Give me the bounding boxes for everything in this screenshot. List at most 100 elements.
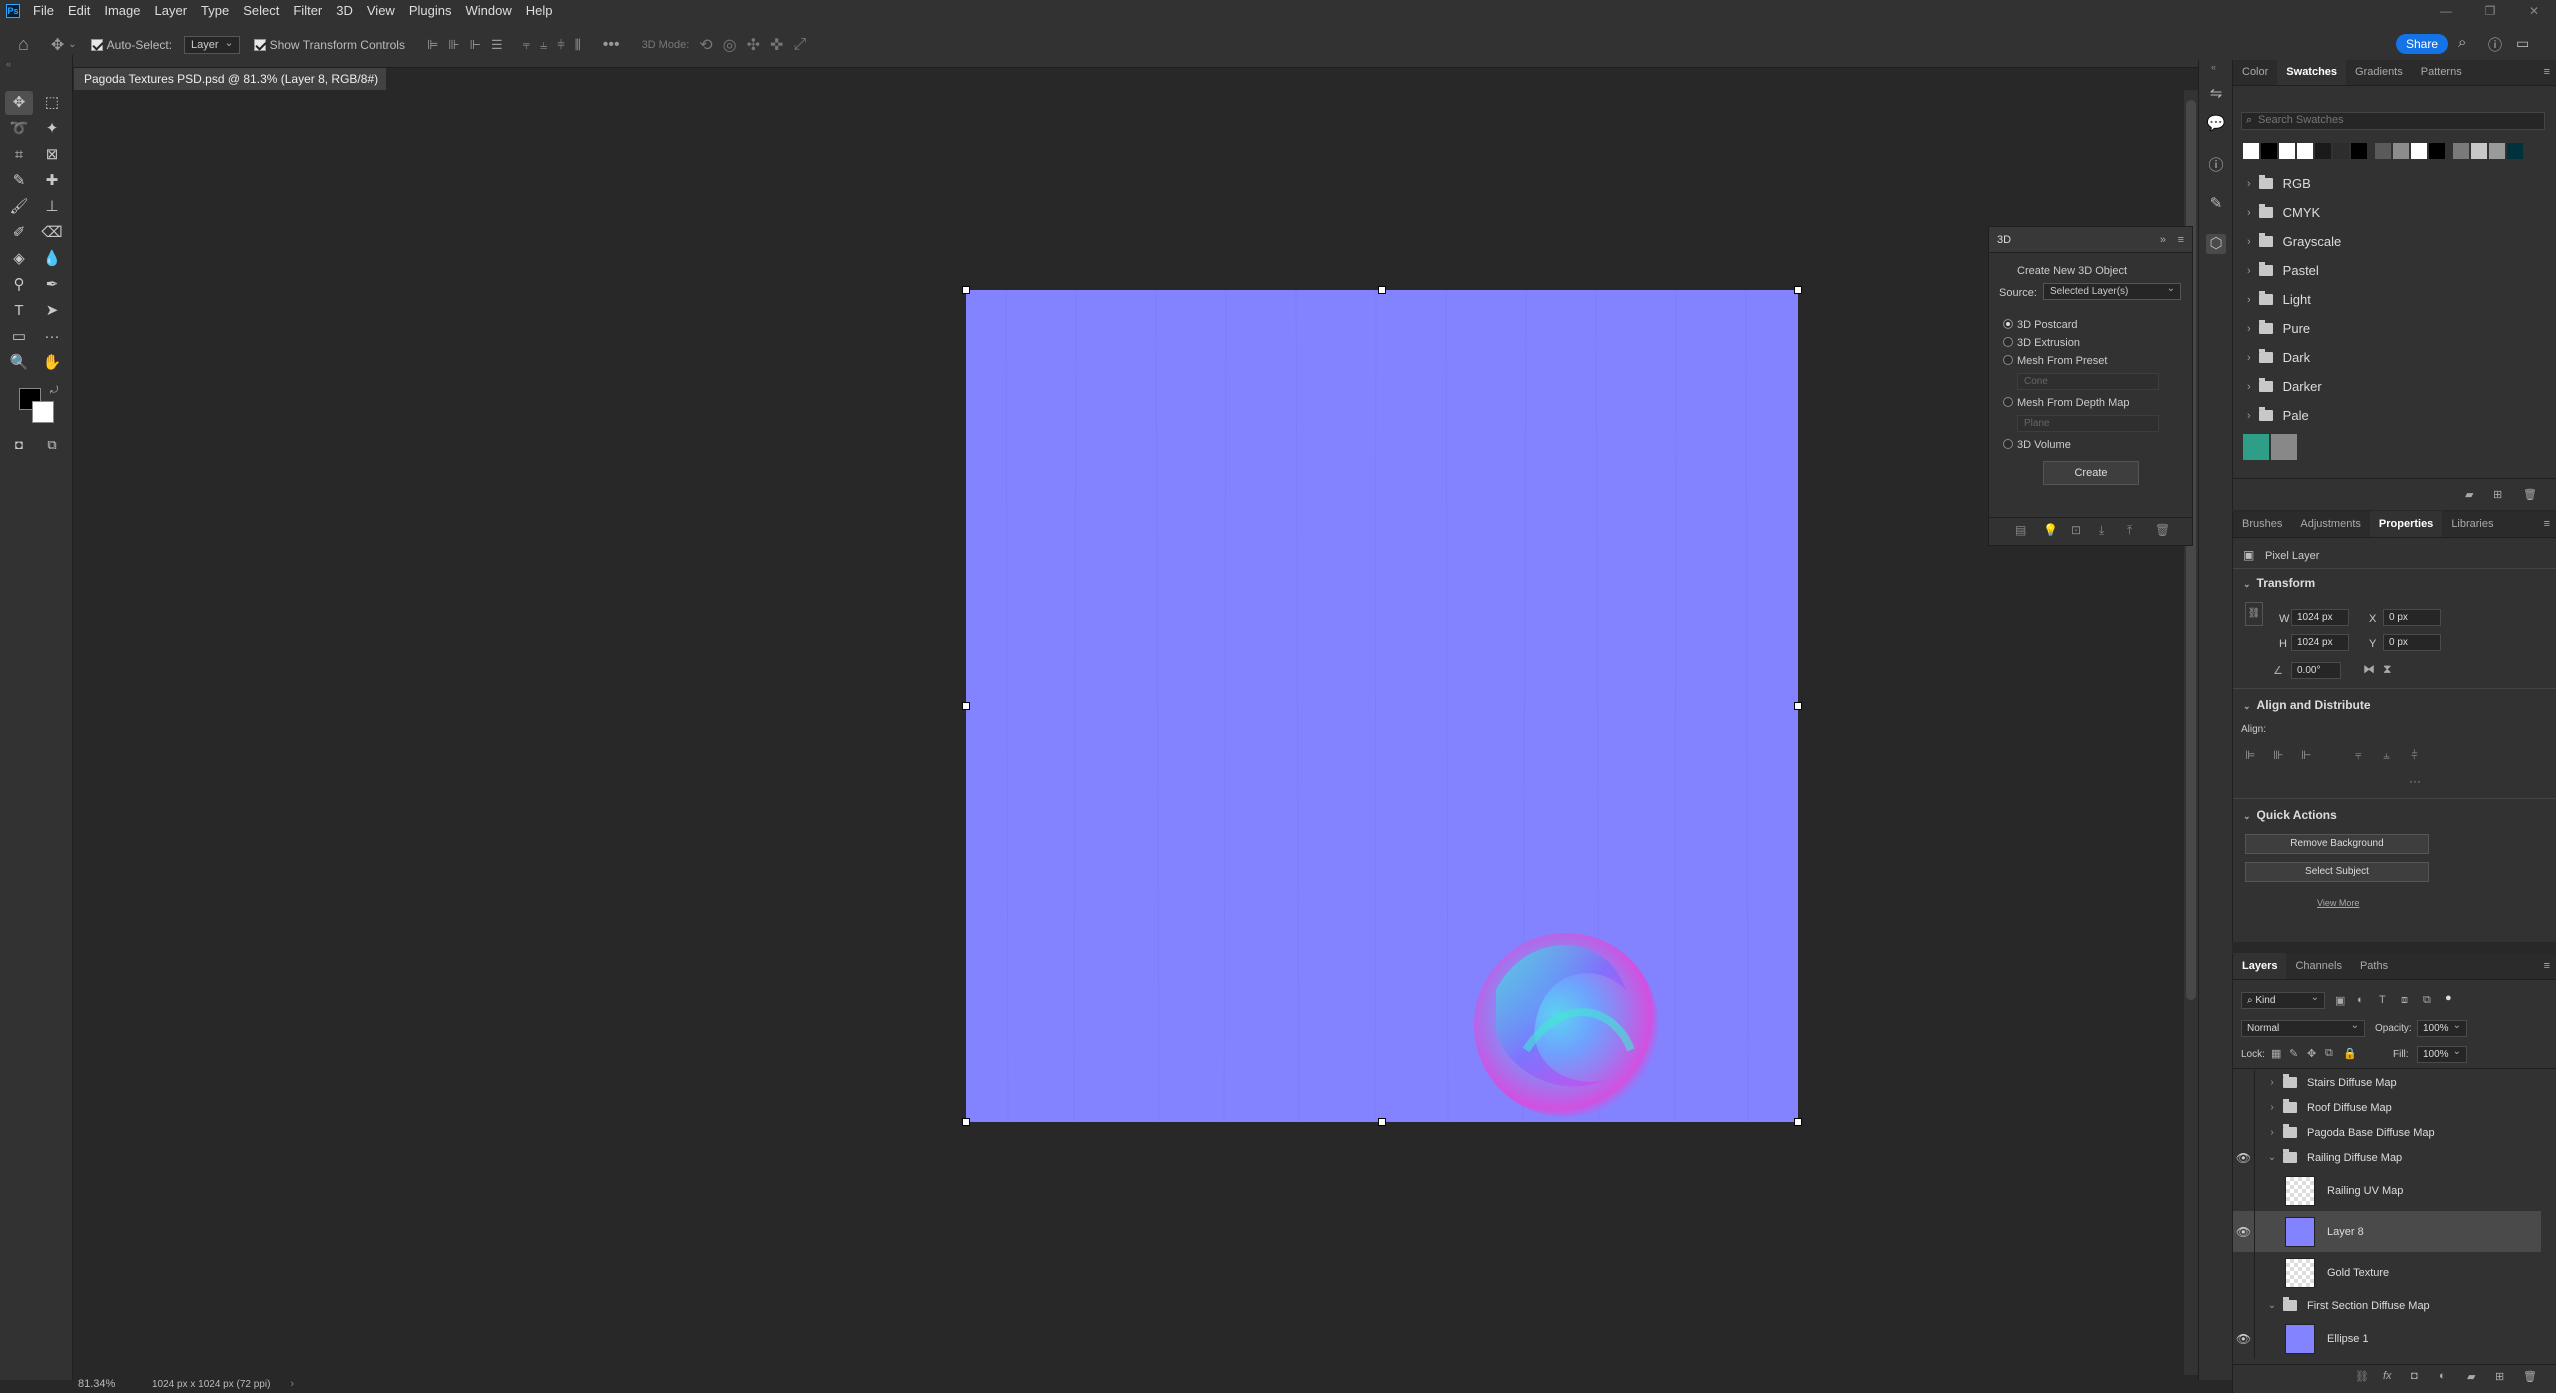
depth-dropdown[interactable]: Plane — [2017, 415, 2159, 432]
brush-tool-icon[interactable]: 🖌 — [5, 195, 33, 219]
menu-image[interactable]: Image — [97, 0, 147, 22]
align-top-icon[interactable]: ⫧ — [2355, 748, 2362, 763]
info-icon[interactable]: ⓘ — [2206, 154, 2226, 174]
link-layers-icon[interactable]: ⛓ — [2355, 1370, 2369, 1383]
chevron-right-icon[interactable]: › — [2263, 1127, 2281, 1138]
swatch-group-grayscale[interactable]: › Grayscale — [2247, 233, 2341, 249]
quick-mask-icon[interactable]: ◘ — [5, 433, 33, 457]
new-group-icon[interactable]: ▰ — [2465, 488, 2473, 501]
link-dimensions-icon[interactable]: ⛓ — [2245, 602, 2263, 626]
lock-position-icon[interactable]: ✥ — [2307, 1047, 2316, 1060]
tab-channels[interactable]: Channels — [2286, 953, 2350, 979]
menu-layer[interactable]: Layer — [148, 0, 195, 22]
rectangle-tool-icon[interactable]: ▭ — [5, 325, 33, 349]
color-swatch[interactable] — [2333, 143, 2349, 159]
home-icon[interactable]: ⌂ — [18, 34, 29, 55]
transform-handle[interactable] — [1794, 702, 1802, 710]
layer-group-row[interactable]: › Pagoda Base Diffuse Map — [2233, 1120, 2541, 1145]
radio-icon[interactable] — [2003, 337, 2013, 347]
color-swatch[interactable] — [2261, 143, 2277, 159]
more-options-icon[interactable]: ••• — [603, 36, 620, 54]
layer-name[interactable]: Layer 8 — [2327, 1226, 2364, 1238]
y-field[interactable]: 0 px — [2383, 634, 2441, 651]
help-icon[interactable]: ⓘ — [2488, 35, 2502, 55]
visibility-eye-icon[interactable]: 👁 — [2233, 1318, 2255, 1359]
minimize-icon[interactable]: — — [2424, 0, 2468, 22]
quick-actions-section[interactable]: ⌄ Quick Actions — [2243, 808, 2337, 822]
lock-artboard-icon[interactable]: ⧉ — [2325, 1047, 2333, 1060]
3d-panel-icon[interactable]: ⬡ — [2206, 234, 2226, 254]
filter-smart-icon[interactable]: ⧉ — [2423, 994, 2431, 1007]
visibility-eye-icon[interactable] — [2233, 1070, 2255, 1095]
flip-horizontal-icon[interactable]: ⧓ — [2363, 662, 2375, 676]
panel-menu-icon[interactable]: ≡ — [2544, 518, 2550, 530]
menu-view[interactable]: View — [360, 0, 402, 22]
layer-name[interactable]: Railing UV Map — [2327, 1185, 2403, 1197]
distribute-vertical-icon[interactable]: ⫼ — [575, 37, 581, 53]
swap-colors-icon[interactable]: ⤾ — [50, 385, 58, 396]
remove-background-button[interactable]: Remove Background — [2245, 834, 2429, 854]
document-tab[interactable]: Pagoda Textures PSD.psd @ 81.3% (Layer 8… — [74, 68, 386, 108]
lock-all-icon[interactable]: 🔒 — [2343, 1047, 2357, 1060]
color-swatch[interactable] — [2243, 434, 2269, 460]
delete-swatch-icon[interactable]: 🗑 — [2523, 488, 2537, 501]
menu-type[interactable]: Type — [194, 0, 236, 22]
dodge-tool-icon[interactable]: ⚲ — [5, 273, 33, 297]
transform-handle[interactable] — [1794, 286, 1802, 294]
filter-shape-icon[interactable]: ⧈ — [2401, 994, 2408, 1007]
swatch-group-cmyk[interactable]: › CMYK — [2247, 204, 2320, 220]
view-more-link[interactable]: View More — [2317, 898, 2359, 908]
chevron-right-icon[interactable]: › — [2263, 1102, 2281, 1113]
new-layer-icon[interactable]: ⊞ — [2495, 1370, 2504, 1383]
preset-dropdown[interactable]: Cone — [2017, 373, 2159, 390]
transform-handle[interactable] — [1794, 1118, 1802, 1126]
chevron-right-icon[interactable]: › — [2263, 1077, 2281, 1088]
paint-bucket-icon[interactable]: ◈ — [5, 247, 33, 271]
collapse-toolbar-icon[interactable]: « — [6, 59, 11, 69]
color-swatch[interactable] — [2271, 434, 2297, 460]
select-subject-button[interactable]: Select Subject — [2245, 862, 2429, 882]
flip-vertical-icon[interactable]: ⧗ — [2383, 662, 2391, 677]
menu-3d[interactable]: 3D — [329, 0, 360, 22]
visibility-eye-icon[interactable] — [2233, 1095, 2255, 1120]
document-info[interactable]: 1024 px x 1024 px (72 ppi) — [152, 1379, 270, 1390]
blend-mode-dropdown[interactable]: Normal — [2241, 1020, 2365, 1037]
material-icon[interactable]: ⤓ — [2099, 523, 2104, 538]
swatch-group-dark[interactable]: › Dark — [2247, 349, 2310, 365]
color-swatch[interactable] — [2489, 143, 2505, 159]
frame-tool-icon[interactable]: ⊠ — [38, 143, 66, 167]
tab-layers[interactable]: Layers — [2233, 953, 2287, 979]
height-field[interactable]: 1024 px — [2291, 634, 2349, 651]
panel-menu-icon[interactable]: ≡ — [2544, 66, 2550, 78]
document-canvas[interactable] — [966, 290, 1798, 1122]
align-left-icon[interactable]: ⊫ — [2245, 748, 2255, 762]
chevron-down-icon[interactable]: ⌄ — [2263, 1152, 2281, 1163]
crop-tool-icon[interactable]: ⌗ — [5, 143, 33, 167]
orbit-3d-icon[interactable]: ⟲ — [699, 35, 712, 55]
layer-name[interactable]: Railing Diffuse Map — [2307, 1152, 2402, 1164]
layer-name[interactable]: First Section Diffuse Map — [2307, 1300, 2430, 1312]
path-select-icon[interactable]: ➤ — [38, 299, 66, 323]
blur-tool-icon[interactable]: 💧 — [38, 247, 66, 271]
distribute-icon[interactable]: ☰ — [491, 37, 503, 53]
new-swatch-icon[interactable]: ⊞ — [2493, 488, 2502, 501]
transform-handle[interactable] — [1378, 1118, 1386, 1126]
radio-icon[interactable] — [2003, 355, 2013, 365]
align-vcenter-icon[interactable]: ⫨ — [2383, 748, 2390, 763]
align-middle-icon[interactable]: ⫨ — [540, 37, 547, 53]
source-dropdown[interactable]: Selected Layer(s) — [2043, 283, 2181, 300]
checkbox-checked-icon[interactable] — [90, 38, 103, 51]
visibility-eye-icon[interactable] — [2233, 1252, 2255, 1293]
align-right-icon[interactable]: ⊩ — [2301, 748, 2311, 762]
filter-type-icon[interactable]: T — [2379, 994, 2386, 1006]
radio-icon[interactable] — [2003, 397, 2013, 407]
tab-brushes[interactable]: Brushes — [2233, 511, 2291, 537]
layer-name[interactable]: Stairs Diffuse Map — [2307, 1077, 2397, 1089]
more-align-icon[interactable]: ··· — [2409, 774, 2421, 788]
option-3d-postcard[interactable]: 3D Postcard — [2003, 319, 2078, 331]
background-color-swatch[interactable] — [32, 401, 54, 423]
brush-settings-icon[interactable]: ✎ — [2206, 194, 2226, 214]
comments-icon[interactable]: 💬 — [2206, 114, 2226, 134]
layer-group-row[interactable]: 👁 ⌄ Railing Diffuse Map — [2233, 1145, 2541, 1170]
visibility-eye-icon[interactable] — [2233, 1170, 2255, 1211]
